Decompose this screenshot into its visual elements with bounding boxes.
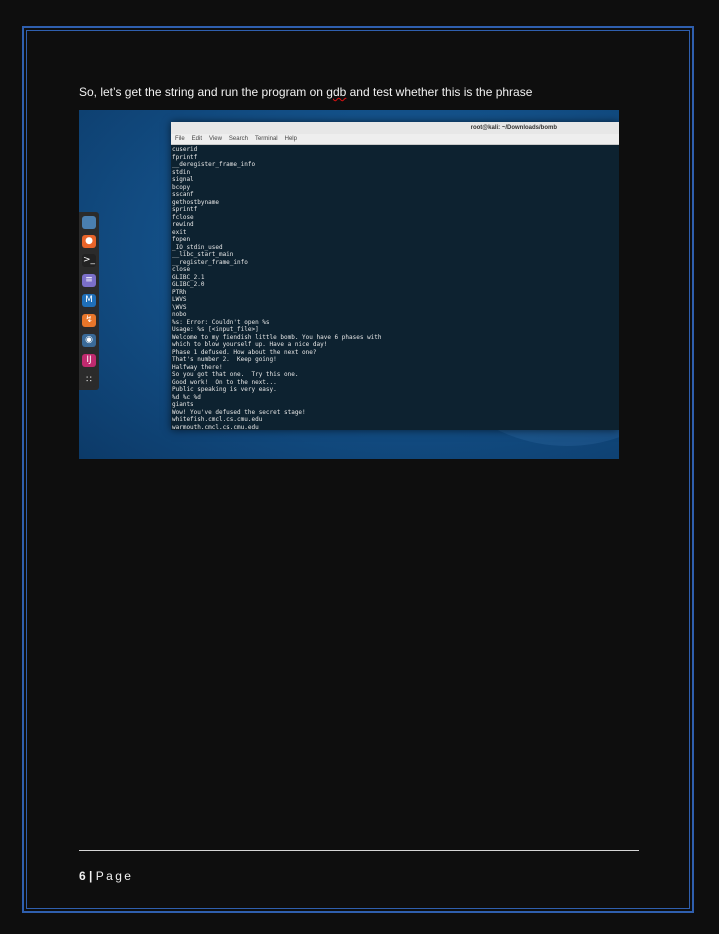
terminal-line: close	[172, 266, 191, 273]
terminal-line: sprintf	[172, 206, 198, 213]
terminal-line: __register_frame_info	[172, 258, 248, 266]
page-footer: 6 | Page	[79, 869, 133, 883]
terminal-line: %d %c %d	[172, 393, 201, 401]
terminal-line: bcopy	[172, 183, 191, 191]
terminal-line: rewind	[172, 221, 194, 228]
terminal-line: cuserid	[172, 146, 198, 153]
terminal-line: giants	[172, 401, 194, 408]
terminal-line: So you got that one. Try this one.	[172, 371, 299, 378]
terminal-line: gethostbyname	[172, 198, 219, 206]
ide-icon[interactable]: IJ	[82, 354, 96, 367]
terminal-line: Wow! You've defused the secret stage!	[172, 408, 306, 416]
terminal-line: GLIBC_2.1	[172, 273, 205, 281]
menu-file[interactable]: File	[175, 136, 185, 142]
terminal-line: Public speaking is very easy.	[172, 386, 277, 393]
terminal-line: sscanf	[172, 191, 194, 198]
terminal-line: Phase 1 defused. How about the next one?	[172, 348, 317, 356]
terminal-line: _IO_stdin_used	[172, 243, 223, 251]
terminal-line: stdin	[172, 168, 191, 176]
menu-edit[interactable]: Edit	[192, 136, 202, 142]
terminal-line: fprintf	[172, 153, 198, 161]
intro-flagged-word: gdb	[326, 85, 347, 99]
menu-help[interactable]: Help	[285, 136, 297, 142]
terminal-line: GLIBC_2.0	[172, 281, 205, 288]
terminal-line: LWVS	[172, 296, 187, 303]
firefox-icon[interactable]: ●	[82, 235, 96, 248]
intro-paragraph: So, let’s get the string and run the pro…	[79, 84, 639, 100]
terminal-window[interactable]: root@kali: ~/Downloads/bomb File Edit View…	[171, 122, 619, 431]
footer-rule	[79, 850, 639, 851]
menu-view[interactable]: View	[209, 136, 222, 142]
terminal-title: root@kali: ~/Downloads/bomb	[470, 125, 557, 131]
terminal-line: fopen	[172, 236, 191, 243]
intro-text-after: and test whether this is the phrase	[346, 85, 533, 99]
terminal-line: Good work! On to the next...	[172, 378, 277, 386]
intro-text-before: So, let’s get the string and run the pro…	[79, 85, 327, 99]
menu-search[interactable]: Search	[229, 136, 248, 142]
terminal-line: fclose	[172, 213, 194, 221]
terminal-output: cuserid fprintf __deregister_frame_info std…	[171, 145, 619, 431]
terminal-line: exit	[172, 228, 187, 236]
terminal-line: nobo	[172, 311, 187, 318]
app-grid-icon[interactable]: ∷	[82, 374, 96, 387]
application-dock: ● >_ ≡ M ↯ ◉ IJ ∷	[79, 212, 99, 390]
terminal-line: Usage: %s [<input_file>]	[172, 326, 259, 333]
terminal-line: warmouth.cmcl.cs.cmu.edu	[172, 423, 259, 431]
metasploit-icon[interactable]: M	[82, 294, 96, 307]
page-word: Page	[95, 869, 134, 883]
terminal-line: That's number 2. Keep going!	[172, 356, 277, 363]
terminal-line: \WVS	[172, 303, 187, 311]
page-separator: |	[85, 869, 96, 883]
terminal-line: Welcome to my fiendish little bomb. You …	[172, 333, 382, 341]
terminal-line: %s: Error: Couldn't open %s	[172, 318, 270, 326]
terminal-line: __libc_start_main	[172, 251, 234, 258]
terminal-line: Halfway there!	[172, 363, 223, 371]
files-icon[interactable]	[82, 216, 96, 229]
terminal-line: signal	[172, 176, 194, 183]
eye-icon[interactable]: ◉	[82, 334, 96, 347]
terminal-icon[interactable]: >_	[82, 254, 96, 267]
terminal-line: which to blow yourself up. Have a nice d…	[172, 341, 328, 348]
menu-terminal[interactable]: Terminal	[255, 136, 278, 142]
terminal-line: __deregister_frame_info	[172, 161, 256, 168]
terminal-line: whitefish.cmcl.cs.cmu.edu	[172, 416, 263, 423]
terminal-line: PTRh	[172, 288, 187, 296]
burp-suite-icon[interactable]: ↯	[82, 314, 96, 327]
page-number: 6	[79, 869, 86, 883]
terminal-title-bar: root@kali: ~/Downloads/bomb	[171, 122, 619, 134]
terminal-menu-bar: File Edit View Search Terminal Help	[171, 134, 619, 145]
terminal-screenshot: ● >_ ≡ M ↯ ◉ IJ ∷ root@kali: ~/Downloads…	[79, 110, 619, 459]
text-editor-icon[interactable]: ≡	[82, 274, 96, 287]
